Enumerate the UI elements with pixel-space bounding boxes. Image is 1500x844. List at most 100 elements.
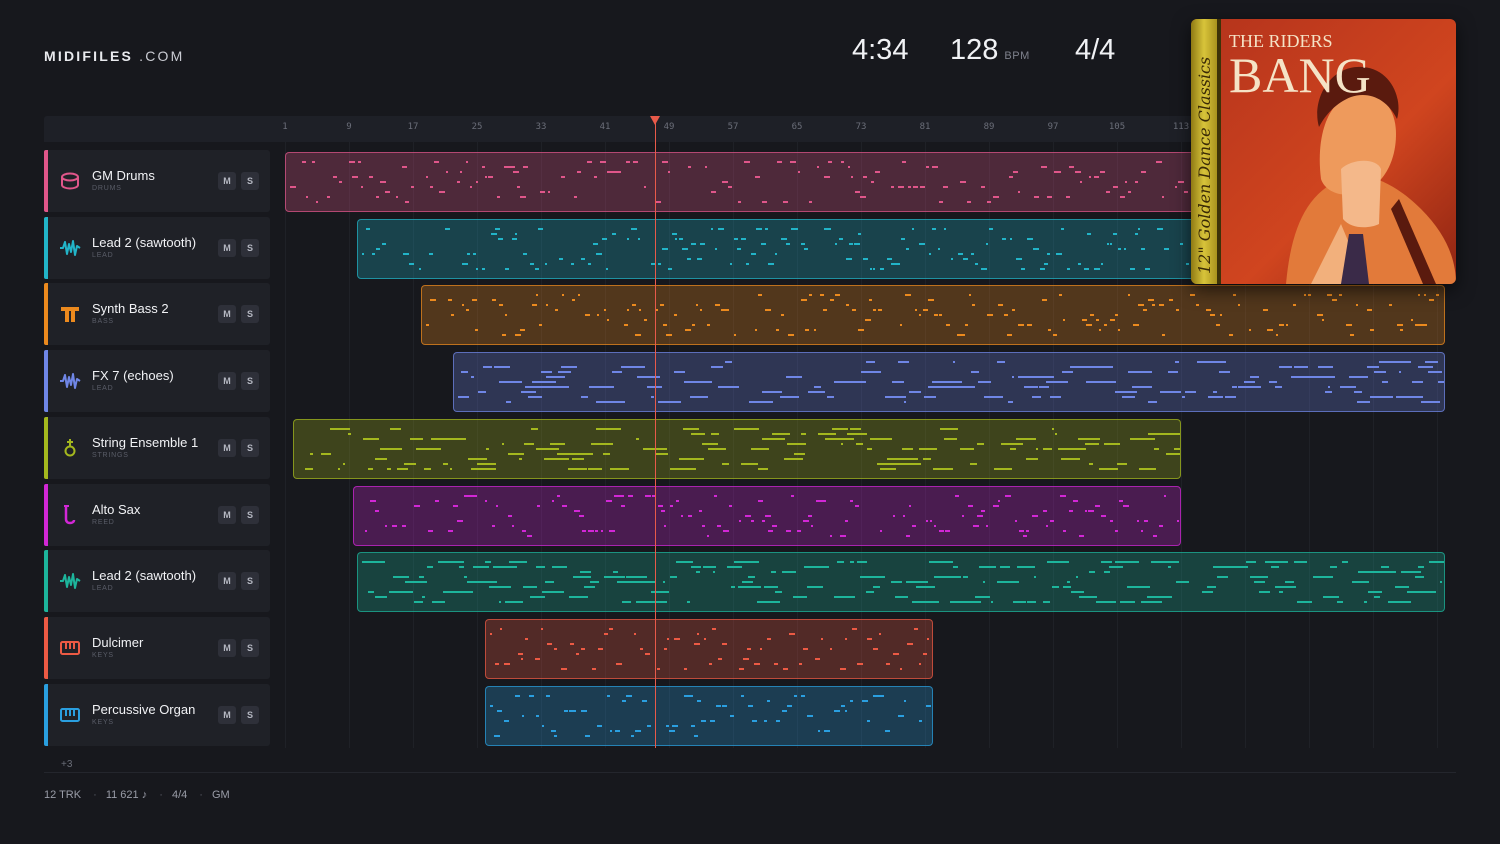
- waveform-icon: [59, 571, 81, 591]
- footer-signature: 4/4: [171, 789, 188, 801]
- track-color-stripe: [44, 483, 48, 546]
- grid-line: [285, 142, 286, 748]
- clip-notes: [426, 294, 1439, 337]
- solo-button[interactable]: S: [241, 172, 259, 190]
- track-count: 12 TRK: [44, 789, 82, 801]
- track-category: LEAD: [92, 585, 114, 593]
- solo-button[interactable]: S: [241, 238, 259, 257]
- ruler-tick: 9: [346, 122, 352, 132]
- song-stats: 12 TRK · 11 621 ♪ · 4/4 · GM: [44, 789, 230, 801]
- mute-button[interactable]: M: [218, 638, 236, 657]
- solo-button[interactable]: S: [241, 372, 259, 391]
- solo-button[interactable]: S: [241, 638, 259, 657]
- midi-clip[interactable]: [293, 418, 1181, 479]
- album-cover: 12" Golden Dance Classics THE RIDERS BAN…: [1191, 19, 1456, 284]
- album-title: BANG: [1229, 47, 1371, 103]
- ruler-tick: 81: [919, 122, 931, 132]
- waveform-icon: [59, 371, 81, 391]
- midi-standard: GM: [211, 789, 230, 801]
- track-header[interactable]: Dulcimer KEYS M S: [44, 616, 270, 679]
- track-category: STRINGS: [92, 451, 129, 459]
- track-header[interactable]: Synth Bass 2 BASS M S: [44, 283, 270, 346]
- time-signature: 4/4: [1075, 34, 1116, 66]
- track-name: FX 7 (echoes): [92, 368, 174, 384]
- track-header[interactable]: Lead 2 (sawtooth) LEAD M S: [44, 216, 270, 279]
- track-header[interactable]: Lead 2 (sawtooth) LEAD M S: [44, 550, 270, 613]
- mute-button[interactable]: M: [218, 172, 236, 190]
- track-name: String Ensemble 1: [92, 434, 199, 450]
- brand-name: MIDIFILES: [44, 48, 134, 64]
- solo-button[interactable]: S: [241, 305, 259, 324]
- track-category: BASS: [92, 318, 114, 326]
- footer-divider: [44, 772, 1456, 773]
- track-name: GM Drums: [92, 168, 155, 183]
- mute-button[interactable]: M: [218, 505, 236, 524]
- piano-keys-icon: [59, 638, 81, 658]
- album-spine-text: 12" Golden Dance Classics: [1195, 57, 1214, 274]
- clip-notes: [305, 427, 1180, 470]
- brand-suffix: .COM: [139, 48, 185, 64]
- solo-button[interactable]: S: [241, 438, 259, 457]
- ruler-tick: 57: [727, 122, 739, 132]
- clip-notes: [458, 361, 1444, 404]
- track-name: Percussive Organ: [92, 701, 196, 717]
- mute-button[interactable]: M: [218, 438, 236, 457]
- track-color-stripe: [44, 150, 48, 212]
- track-color-stripe: [44, 216, 48, 279]
- song-duration: 4:34: [852, 34, 909, 66]
- track-color-stripe: [44, 550, 48, 613]
- mute-button[interactable]: M: [218, 238, 236, 257]
- track-color-stripe: [44, 683, 48, 746]
- mute-button[interactable]: M: [218, 372, 236, 391]
- track-name: Alto Sax: [92, 501, 141, 517]
- playhead[interactable]: [655, 122, 656, 748]
- clip-notes: [362, 561, 1444, 604]
- clip-notes: [362, 227, 1252, 270]
- midi-clip[interactable]: [353, 485, 1181, 546]
- track-category: DRUMS: [92, 185, 122, 192]
- ruler-tick: 1: [282, 122, 288, 132]
- track-header[interactable]: Alto Sax REED M S: [44, 483, 270, 546]
- mute-button[interactable]: M: [218, 705, 236, 724]
- midi-clip[interactable]: [485, 618, 933, 679]
- track-name: Dulcimer: [92, 634, 144, 650]
- midi-clip[interactable]: [453, 352, 1445, 413]
- drum-icon: [59, 171, 81, 191]
- track-header[interactable]: String Ensemble 1 STRINGS M S: [44, 416, 270, 479]
- piano-keys-icon: [59, 705, 81, 725]
- track-header[interactable]: GM Drums DRUMS M S: [44, 150, 270, 212]
- ruler-tick: 25: [471, 122, 483, 132]
- ruler-tick: 73: [855, 122, 867, 132]
- midi-clip[interactable]: [357, 552, 1445, 613]
- track-color-stripe: [44, 350, 48, 413]
- ruler-tick: 65: [791, 122, 803, 132]
- saxophone-icon: [59, 504, 81, 525]
- waveform-icon: [59, 238, 81, 258]
- track-color-stripe: [44, 416, 48, 479]
- ruler-tick: 49: [663, 122, 675, 132]
- mute-button[interactable]: M: [218, 572, 236, 591]
- solo-button[interactable]: S: [241, 705, 259, 724]
- midi-clip[interactable]: [421, 285, 1445, 346]
- track-name: Lead 2 (sawtooth): [92, 234, 197, 250]
- track-category: KEYS: [92, 718, 114, 726]
- track-name: Synth Bass 2: [92, 301, 169, 317]
- bass-amp-icon: [59, 304, 81, 324]
- ruler-tick: 89: [983, 122, 995, 132]
- ruler-tick: 97: [1047, 122, 1059, 132]
- track-color-stripe: [44, 616, 48, 679]
- ruler-tick: 105: [1108, 122, 1126, 132]
- midi-clip[interactable]: [485, 685, 933, 746]
- clip-notes: [490, 694, 931, 737]
- track-category: LEAD: [92, 385, 114, 393]
- solo-button[interactable]: S: [241, 572, 259, 591]
- track-header[interactable]: FX 7 (echoes) LEAD M S: [44, 350, 270, 413]
- more-tracks-count[interactable]: +3: [61, 759, 72, 770]
- ruler-tick: 41: [599, 122, 611, 132]
- solo-button[interactable]: S: [241, 505, 259, 524]
- track-header[interactable]: Percussive Organ KEYS M S: [44, 683, 270, 746]
- track-name: Lead 2 (sawtooth): [92, 568, 197, 584]
- track-category: KEYS: [92, 651, 114, 659]
- mute-button[interactable]: M: [218, 305, 236, 324]
- midi-clip[interactable]: [357, 218, 1253, 279]
